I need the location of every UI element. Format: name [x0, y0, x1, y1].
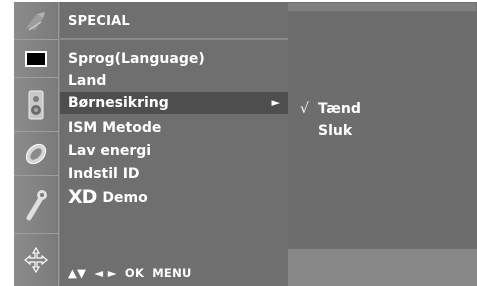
left-right-arrows-icon: ◄ ►: [94, 266, 117, 280]
menu-item-label: Land: [68, 73, 107, 89]
menu-item-ism-method[interactable]: ISM Metode: [60, 117, 288, 139]
menu-item-label: Børnesikring: [68, 95, 169, 111]
category-station[interactable]: [14, 2, 58, 40]
submenu-footer-strip: [288, 249, 477, 286]
category-special[interactable]: [14, 176, 58, 234]
menu-item-language[interactable]: Sprog(Language): [60, 48, 288, 70]
submenu-option-on[interactable]: √ Tænd: [300, 99, 361, 119]
menu-item-label: Lav energi: [68, 143, 152, 159]
menu-item-xd-demo[interactable]: XD Demo: [60, 186, 288, 208]
child-lock-submenu: √ Tænd Sluk: [288, 11, 477, 249]
menu-item-set-id[interactable]: Indstil ID: [60, 163, 288, 185]
up-down-arrows-icon: ▲▼: [68, 266, 87, 280]
special-menu-panel: SPECIAL Sprog(Language) Land Børnesikrin…: [60, 2, 288, 286]
speaker-sound-icon: [28, 90, 44, 119]
submenu-option-label: Sluk: [318, 123, 353, 139]
submenu-option-label: Tænd: [318, 101, 361, 117]
submenu-option-off[interactable]: Sluk: [300, 121, 352, 141]
category-screen[interactable]: [14, 234, 58, 286]
category-sound[interactable]: [14, 78, 58, 132]
menu-hint: MENU: [152, 266, 192, 280]
navigation-hint: ▲▼ ◄ ► OK MENU: [68, 266, 200, 280]
category-picture[interactable]: [14, 40, 58, 78]
menu-item-child-lock[interactable]: Børnesikring ►: [60, 92, 288, 114]
screen-adjust-icon: [24, 246, 48, 274]
menu-title: SPECIAL: [68, 14, 130, 29]
clock-time-icon: [25, 143, 47, 164]
menu-item-label: Indstil ID: [68, 166, 140, 182]
category-time[interactable]: [14, 132, 58, 176]
menu-divider: [60, 38, 288, 40]
xd-logo: XD: [68, 186, 97, 208]
menu-item-label: Demo: [102, 190, 148, 206]
check-mark-icon: √: [300, 101, 309, 117]
tv-osd-menu: SPECIAL Sprog(Language) Land Børnesikrin…: [14, 2, 477, 286]
category-icon-column: [14, 2, 59, 286]
menu-item-low-power[interactable]: Lav energi: [60, 140, 288, 162]
ok-hint: OK: [124, 266, 145, 280]
menu-item-country[interactable]: Land: [60, 70, 288, 92]
submenu-arrow-icon: ►: [271, 96, 280, 109]
menu-item-label: ISM Metode: [68, 120, 162, 136]
screen-picture-icon: [25, 50, 47, 67]
satellite-dish-icon: [26, 11, 45, 30]
wrench-special-icon: [26, 189, 47, 220]
menu-item-label: Sprog(Language): [68, 51, 205, 67]
